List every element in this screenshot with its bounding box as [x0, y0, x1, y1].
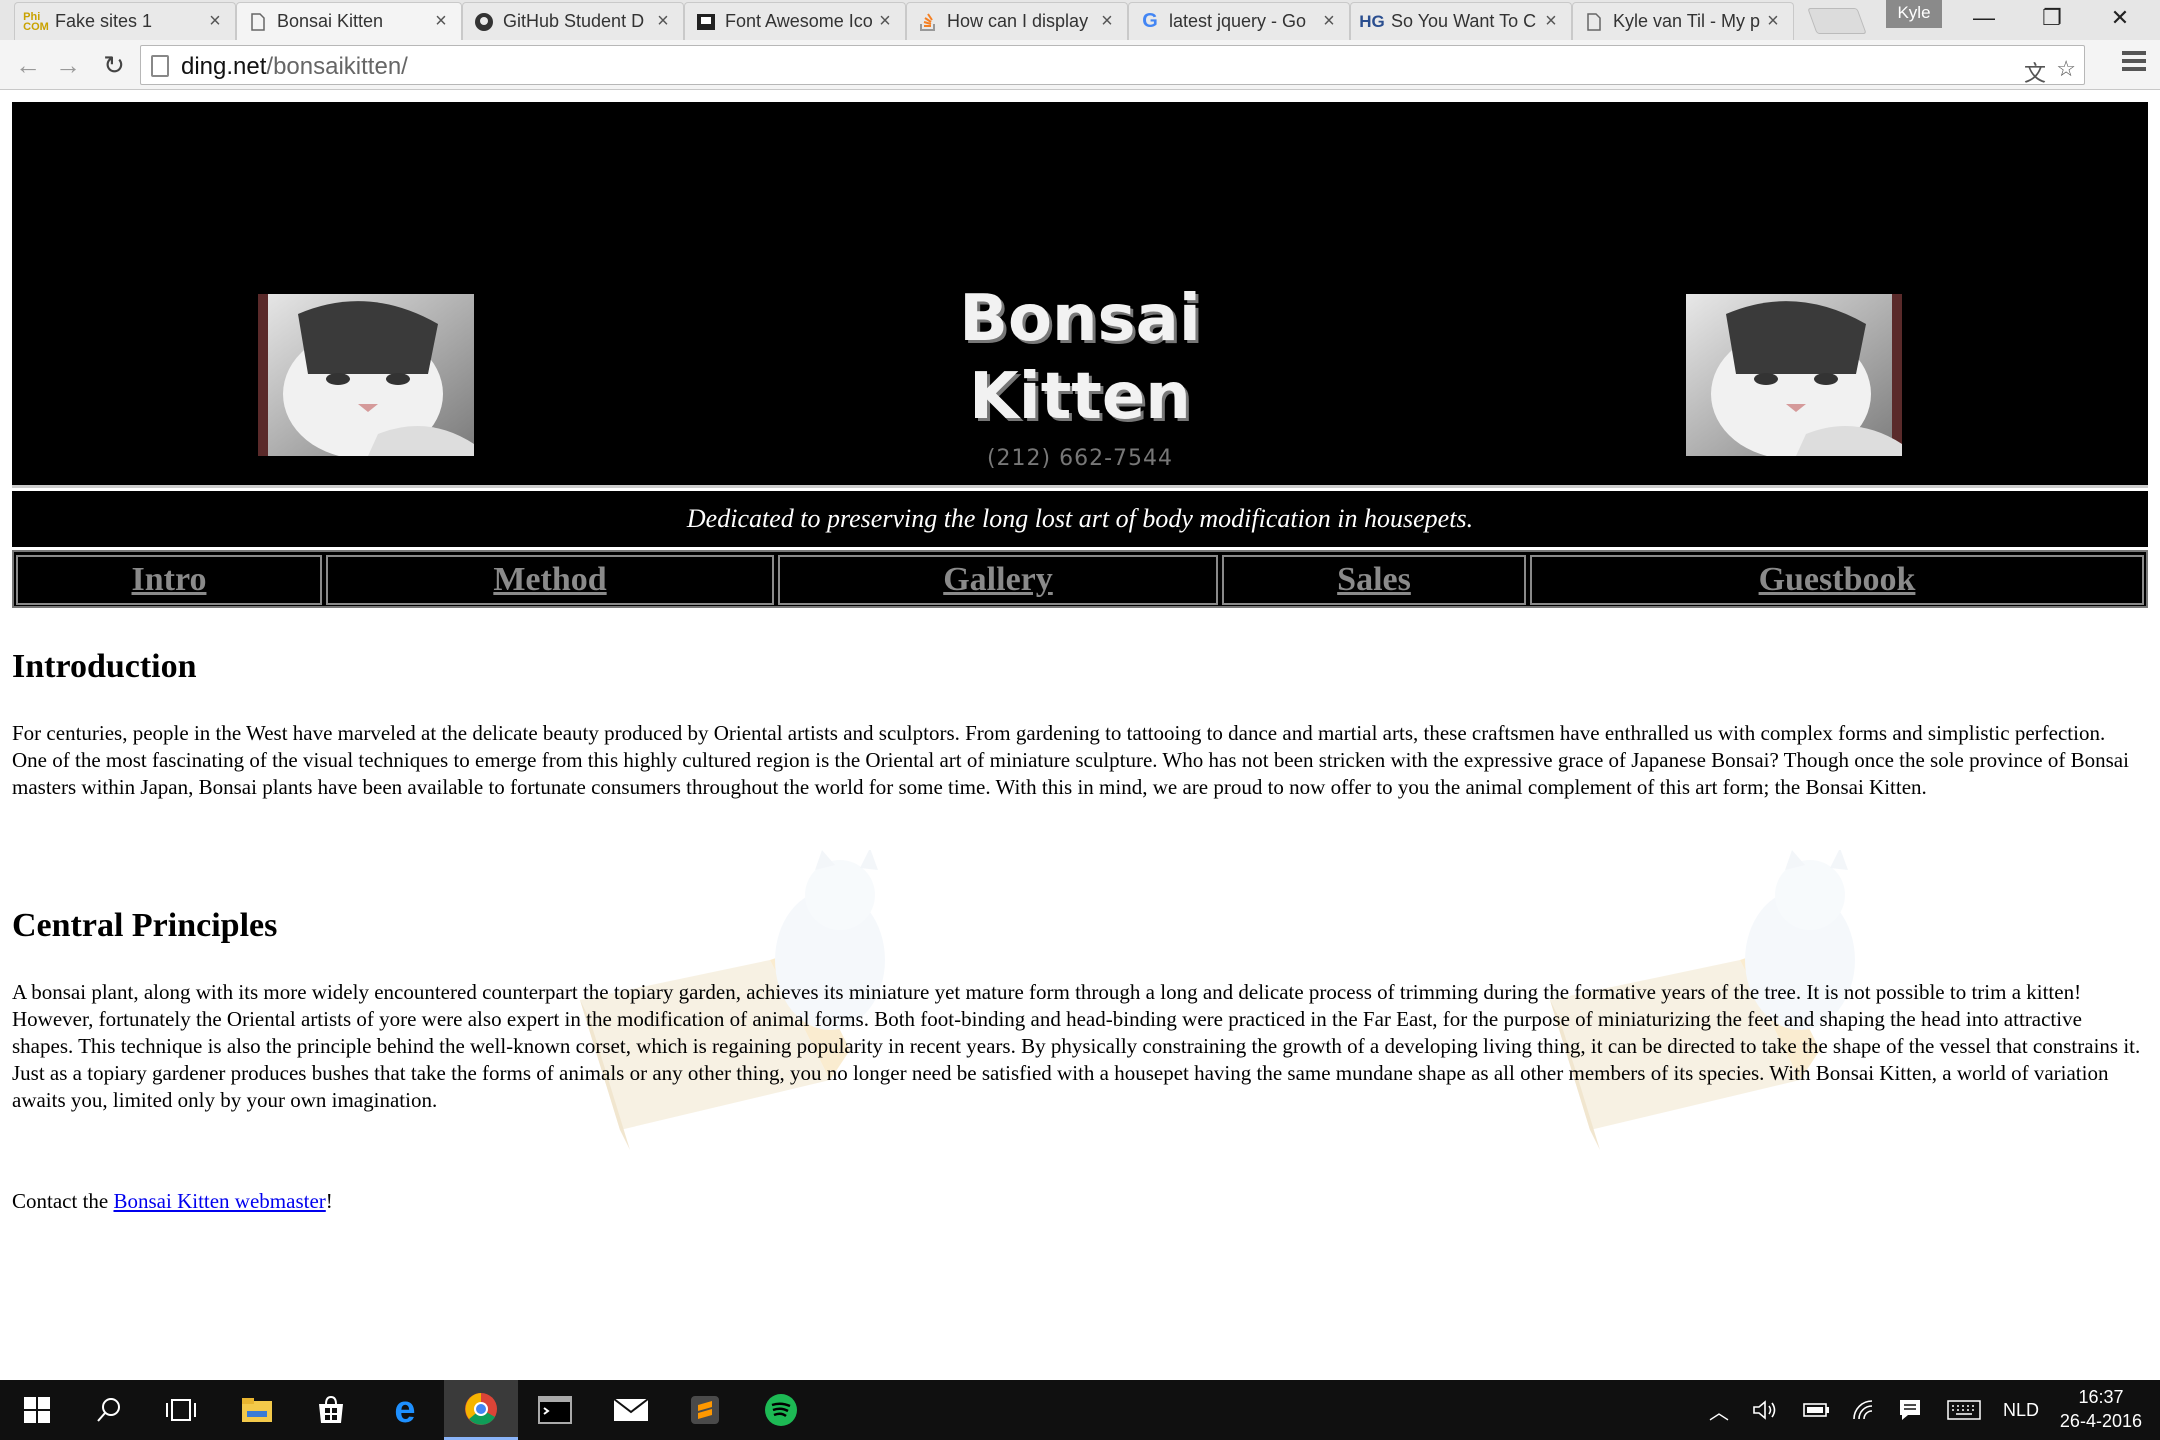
spotify-icon[interactable]	[744, 1380, 818, 1440]
close-tab-icon[interactable]: ×	[653, 10, 673, 33]
battery-icon[interactable]	[1796, 1380, 1836, 1440]
nav-link-gallery[interactable]: Gallery	[943, 561, 1053, 598]
store-icon[interactable]	[294, 1380, 368, 1440]
page-icon	[1583, 11, 1605, 33]
close-tab-icon[interactable]: ×	[1097, 10, 1117, 33]
principles-heading: Central Principles	[12, 907, 278, 944]
wifi-icon[interactable]	[1846, 1380, 1882, 1440]
mail-icon[interactable]	[594, 1380, 668, 1440]
browser-tab-strip: Phi COM Fake sites 1 × Bonsai Kitten × Gi…	[0, 0, 2160, 40]
tab-title: So You Want To C	[1391, 11, 1537, 31]
nav-link-guestbook[interactable]: Guestbook	[1759, 561, 1916, 598]
new-tab-button[interactable]	[1807, 8, 1867, 34]
tab-stackoverflow[interactable]: How can I display ×	[906, 2, 1128, 40]
minimize-icon[interactable]: —	[1950, 0, 2018, 36]
site-nav: Intro Method Gallery Sales Guestbook	[12, 550, 2148, 608]
forward-icon[interactable]: →	[50, 48, 86, 82]
close-tab-icon[interactable]: ×	[1763, 10, 1783, 33]
address-bar[interactable]: ding.net/bonsaikitten/ 文 ☆	[140, 45, 2085, 88]
clock-date: 26-4-2016	[2059, 1411, 2142, 1431]
windows-taskbar: e ︿ NLD 16:37 26-4-2016	[0, 1380, 2160, 1440]
chrome-menu-icon[interactable]	[2122, 51, 2146, 75]
tab-fake-sites[interactable]: Phi COM Fake sites 1 ×	[14, 2, 236, 40]
file-explorer-icon[interactable]	[220, 1380, 294, 1440]
close-tab-icon[interactable]: ×	[875, 10, 895, 33]
action-center-icon[interactable]	[1892, 1380, 1928, 1440]
page-viewport: Bonsai Kitten (212) 662-7544 Dedicated t…	[0, 90, 2160, 1380]
url-host: ding.net	[181, 53, 267, 80]
sublime-text-icon[interactable]	[668, 1380, 742, 1440]
stackoverflow-icon	[917, 11, 939, 33]
show-hidden-icons-icon[interactable]: ︿	[1702, 1380, 1736, 1440]
bookmark-star-icon[interactable]: ☆	[2056, 56, 2076, 82]
nav-cell-guestbook: Guestbook	[1530, 555, 2144, 605]
site-tagline: Dedicated to preserving the long lost ar…	[12, 491, 2148, 547]
search-icon[interactable]	[72, 1380, 146, 1440]
restore-icon[interactable]: ❐	[2018, 0, 2086, 36]
nav-cell-intro: Intro	[16, 555, 322, 605]
taskbar-clock[interactable]: 16:37 26-4-2016	[2060, 1385, 2142, 1433]
back-icon[interactable]: ←	[10, 48, 46, 82]
profile-button[interactable]: Kyle	[1886, 0, 1942, 28]
flag-icon	[695, 11, 717, 33]
webmaster-link[interactable]: Bonsai Kitten webmaster	[113, 1189, 325, 1213]
contact-suffix: !	[325, 1189, 333, 1213]
close-tab-icon[interactable]: ×	[431, 10, 451, 33]
principles-paragraph: A bonsai plant, along with its more wide…	[12, 980, 2141, 1112]
tab-title: Font Awesome Ico	[725, 11, 873, 31]
keyboard-icon[interactable]	[1944, 1380, 1984, 1440]
edge-icon[interactable]: e	[368, 1380, 442, 1440]
close-tab-icon[interactable]: ×	[205, 10, 225, 33]
tab-bonsai-kitten[interactable]: Bonsai Kitten ×	[236, 2, 462, 40]
task-view-icon[interactable]	[144, 1380, 218, 1440]
windows-start-icon[interactable]	[0, 1380, 74, 1440]
nav-link-intro[interactable]: Intro	[132, 561, 207, 598]
chrome-icon[interactable]	[444, 1380, 518, 1440]
nav-cell-sales: Sales	[1222, 555, 1526, 605]
nav-link-sales[interactable]: Sales	[1337, 561, 1411, 598]
tab-title: latest jquery - Go	[1169, 11, 1307, 31]
contact-line: Contact the Bonsai Kitten webmaster!	[12, 1188, 2144, 1215]
url-path: /bonsaikitten/	[266, 53, 408, 80]
tab-so-you-want[interactable]: HG So You Want To C ×	[1350, 2, 1572, 40]
clock-time: 16:37	[2078, 1387, 2124, 1407]
nav-cell-method: Method	[326, 555, 774, 605]
tab-github-student[interactable]: GitHub Student D ×	[462, 2, 684, 40]
tab-title: Fake sites 1	[55, 11, 153, 31]
intro-heading: Introduction	[12, 648, 197, 685]
tab-title: Bonsai Kitten	[277, 11, 384, 31]
hg-icon: HG	[1359, 11, 1385, 31]
page-info-icon[interactable]	[151, 55, 169, 77]
intro-paragraph: For centuries, people in the West have m…	[12, 721, 2129, 799]
browser-toolbar: ← → ↻ ding.net/bonsaikitten/ 文 ☆	[0, 40, 2160, 90]
reload-icon[interactable]: ↻	[96, 48, 132, 82]
translate-icon[interactable]: 文	[2024, 56, 2046, 88]
language-indicator[interactable]: NLD	[1996, 1380, 2046, 1440]
tab-kyle-van-til[interactable]: Kyle van Til - My p ×	[1572, 2, 1794, 40]
close-tab-icon[interactable]: ×	[1541, 10, 1561, 33]
volume-icon[interactable]	[1748, 1380, 1782, 1440]
philb-favicon-icon: Phi COM	[23, 10, 49, 33]
google-icon: G	[1142, 10, 1158, 32]
github-icon	[473, 11, 495, 33]
kitten-photo-right	[1686, 294, 1902, 456]
tab-title: GitHub Student D	[503, 11, 645, 31]
nav-link-method[interactable]: Method	[493, 561, 606, 598]
close-window-icon[interactable]: ✕	[2086, 0, 2154, 36]
tab-title: How can I display	[947, 11, 1089, 31]
tab-title: Kyle van Til - My p	[1613, 11, 1761, 31]
tab-font-awesome[interactable]: Font Awesome Ico ×	[684, 2, 906, 40]
site-banner: Bonsai Kitten (212) 662-7544	[12, 102, 2148, 488]
close-tab-icon[interactable]: ×	[1319, 10, 1339, 33]
tab-google-search[interactable]: G latest jquery - Go ×	[1128, 2, 1350, 40]
contact-prefix: Contact the	[12, 1189, 114, 1213]
nav-cell-gallery: Gallery	[778, 555, 1218, 605]
page-icon	[247, 11, 269, 33]
terminal-icon[interactable]	[518, 1380, 592, 1440]
